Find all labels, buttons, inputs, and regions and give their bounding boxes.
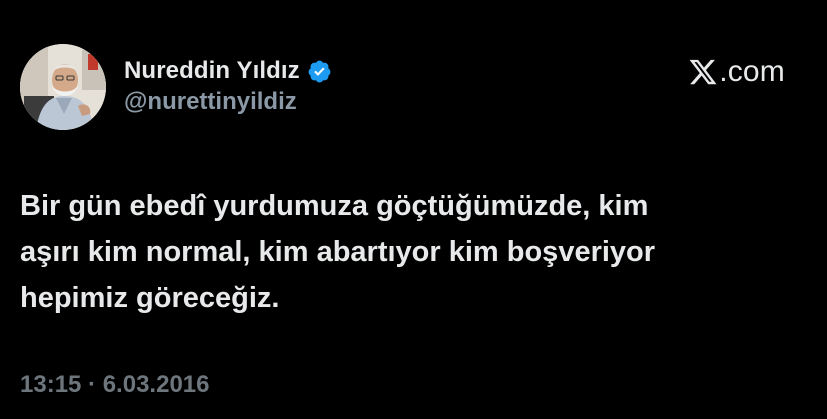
author-display-name[interactable]: Nureddin Yıldız — [124, 57, 300, 85]
avatar-photo — [20, 44, 106, 130]
brand-logo: .com — [688, 54, 785, 90]
author-name-row: Nureddin Yıldız — [124, 55, 332, 87]
tweet-text-line: aşırı kim normal, kim abartıyor kim boşv… — [20, 236, 656, 268]
author-handle[interactable]: @nurettinyildiz — [124, 88, 297, 116]
tweet-card: Nureddin Yıldız @nurettinyildiz .com Bir… — [0, 0, 827, 419]
verified-badge-icon — [307, 59, 332, 84]
tweet-text-line: Bir gün ebedî yurdumuza göçtüğümüzde, ki… — [20, 190, 649, 222]
tweet-timestamp[interactable]: 13:15 · 6.03.2016 — [20, 371, 209, 399]
tweet-text-line: hepimiz göreceğiz. — [20, 282, 280, 314]
x-logo-icon — [688, 57, 718, 87]
avatar[interactable] — [20, 44, 106, 130]
tweet-text: Bir gün ebedî yurdumuza göçtüğümüzde, ki… — [20, 183, 800, 321]
brand-domain-suffix: .com — [719, 55, 785, 88]
